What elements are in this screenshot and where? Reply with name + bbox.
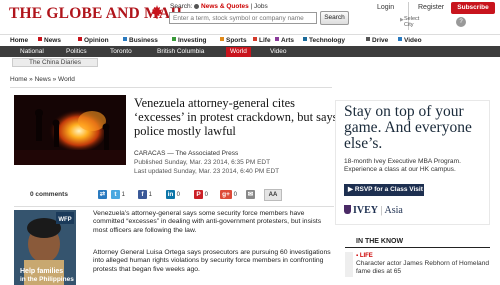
byline: CARACAS — The Associated Press: [134, 150, 239, 157]
search-scope: Search: News & Quotes | Jobs: [170, 3, 268, 10]
nav-item-video[interactable]: Video: [398, 37, 422, 44]
published-timestamp: Published Sunday, Mar. 23 2014, 6:35 PM …: [134, 159, 271, 166]
linkedin-icon: in: [166, 190, 175, 199]
tab-china-diaries[interactable]: The China Diaries: [12, 58, 98, 67]
register-link[interactable]: Register: [418, 4, 444, 11]
section-color-icon: [220, 37, 224, 41]
pinterest-share[interactable]: P 0: [194, 190, 208, 200]
search-label: Search:: [170, 3, 193, 10]
ivey-shield-icon: [344, 205, 351, 214]
article-paragraph: Venezuela’s attorney-general says some s…: [93, 210, 322, 234]
city-selector[interactable]: Select City: [404, 16, 419, 28]
section-color-icon: [172, 37, 176, 41]
section-label: ▪ LIFE: [356, 253, 373, 259]
section-color-icon: [253, 37, 257, 41]
lead-photo[interactable]: [14, 95, 126, 165]
wfp-caption: Help families in the Philippines: [20, 268, 80, 284]
gplus-icon: g+: [220, 190, 232, 199]
ad-headline: Stay on top of your game. And everyone e…: [344, 103, 472, 152]
section-color-icon: [303, 37, 307, 41]
scope-jobs[interactable]: Jobs: [254, 3, 268, 10]
scope-news-quotes[interactable]: News & Quotes: [201, 3, 249, 10]
nav-item-arts[interactable]: Arts: [275, 37, 294, 44]
search-field[interactable]: [169, 12, 317, 24]
article-paragraph: Attorney General Luisa Ortega says prose…: [93, 249, 331, 273]
search-button[interactable]: Search: [320, 11, 349, 25]
subnav-politics[interactable]: Politics: [66, 47, 87, 57]
city-prompt-2: City: [404, 22, 414, 28]
rsvp-button[interactable]: ▶ RSVP for a Class Visit: [344, 184, 424, 196]
nav-item-news[interactable]: News: [38, 37, 61, 44]
in-the-know-title: IN THE KNOW: [356, 238, 404, 245]
nav-item-life[interactable]: Life: [253, 37, 271, 44]
nav-item-opinion[interactable]: Opinion: [78, 37, 109, 44]
section-color-icon: [38, 37, 42, 41]
ivey-logo[interactable]: IVEY | Asia: [344, 205, 403, 216]
section-color-icon: [275, 37, 279, 41]
section-color-icon: [398, 37, 402, 41]
story-thumbnail[interactable]: [345, 252, 353, 277]
subnav-toronto[interactable]: Toronto: [110, 47, 132, 57]
breadcrumb[interactable]: Home » News » World: [10, 76, 75, 83]
subsection-nav: National Politics Toronto British Columb…: [0, 46, 500, 57]
nav-item-sports[interactable]: Sports: [220, 37, 247, 44]
divider: [14, 206, 334, 207]
facebook-icon: f: [138, 190, 147, 199]
section-color-icon: [366, 37, 370, 41]
subscribe-button[interactable]: Subscribe: [451, 2, 495, 14]
comments-link[interactable]: 0 comments: [30, 191, 68, 198]
updated-timestamp: Last updated Sunday, Mar. 23 2014, 6:40 …: [134, 168, 280, 175]
section-color-icon: [123, 37, 127, 41]
section-nav: Home News Opinion Business Investing Spo…: [0, 34, 500, 45]
radio-news-quotes[interactable]: [194, 4, 200, 9]
gplus-share[interactable]: g+ 0: [220, 190, 237, 200]
search-input[interactable]: [170, 13, 316, 23]
subnav-british-columbia[interactable]: British Columbia: [157, 47, 204, 57]
nav-item-investing[interactable]: Investing: [172, 37, 207, 44]
wfp-caption-line1: Help families: [20, 268, 64, 275]
text-size-button[interactable]: AA: [264, 189, 282, 201]
twitter-icon: t: [111, 190, 120, 199]
subnav-national[interactable]: National: [20, 47, 44, 57]
login-link[interactable]: Login: [377, 4, 394, 11]
play-icon: ▶: [348, 186, 355, 193]
protest-fire-image: [14, 95, 126, 165]
nav-item-technology[interactable]: Technology: [303, 37, 345, 44]
email-share[interactable]: ✉: [246, 190, 255, 200]
subnav-world[interactable]: World: [226, 47, 251, 57]
nav-item-drive[interactable]: Drive: [366, 37, 388, 44]
subnav-video[interactable]: Video: [270, 47, 287, 57]
wfp-logo: WFP: [58, 217, 71, 223]
divider: [10, 87, 332, 88]
maple-leaf-icon: [151, 5, 163, 19]
ad-copy: 18-month Ivey Executive MBA Program. Exp…: [344, 158, 461, 174]
wfp-caption-line2: in the Philippines: [20, 276, 74, 283]
email-icon: ✉: [246, 190, 255, 199]
share-link-icon[interactable]: ⇄: [98, 190, 107, 200]
nav-item-home[interactable]: Home: [10, 37, 28, 44]
pinterest-icon: P: [194, 190, 203, 199]
facebook-share[interactable]: f 1: [138, 190, 152, 200]
linkedin-share[interactable]: in 0: [166, 190, 180, 200]
help-icon[interactable]: ?: [456, 17, 466, 27]
article-headline: Venezuela attorney-general cites ‘excess…: [134, 96, 338, 138]
twitter-share[interactable]: t 1: [111, 190, 125, 200]
section-color-icon: [78, 37, 82, 41]
nav-item-business[interactable]: Business: [123, 37, 158, 44]
story-link[interactable]: Character actor James Rebhorn of Homelan…: [356, 260, 491, 277]
divider: [345, 247, 490, 248]
